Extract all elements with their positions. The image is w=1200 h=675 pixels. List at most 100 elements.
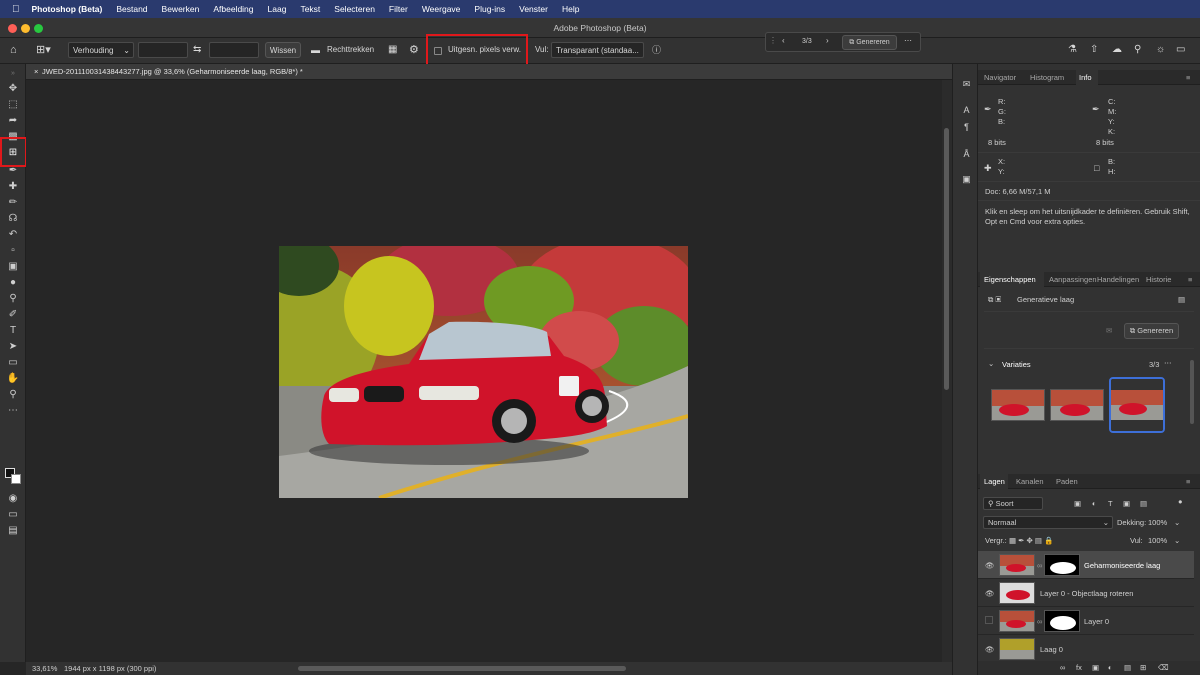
blur-tool-icon[interactable]: ● <box>5 276 21 290</box>
workspace-icon[interactable]: ▭ <box>1176 42 1185 58</box>
home-icon[interactable]: ⌂ <box>10 42 17 58</box>
info-icon[interactable]: ⓘ <box>652 42 661 58</box>
opacity-value[interactable]: 100% <box>1148 518 1167 527</box>
filter-shape-icon[interactable]: ▣ <box>1123 499 1130 508</box>
menu-weergave[interactable]: Weergave <box>422 4 461 14</box>
filter-toggle-icon[interactable]: ● <box>1178 497 1183 506</box>
tab-navigator[interactable]: Navigator <box>984 73 1016 82</box>
layer-row-laag0[interactable]: 👁 Laag 0 <box>978 635 1194 663</box>
variation-thumb-1[interactable] <box>991 389 1045 421</box>
properties-scrollbar[interactable] <box>1190 360 1194 424</box>
link-layers-icon[interactable]: ∞ <box>1060 663 1065 672</box>
straighten-icon[interactable]: ▬ <box>311 42 320 58</box>
menu-bestand[interactable]: Bestand <box>116 4 147 14</box>
marquee-tool-icon[interactable]: ⬚ <box>5 98 21 112</box>
menu-afbeelding[interactable]: Afbeelding <box>213 4 253 14</box>
menu-help[interactable]: Help <box>562 4 579 14</box>
path-select-tool-icon[interactable]: ➤ <box>5 340 21 354</box>
menu-bewerken[interactable]: Bewerken <box>162 4 200 14</box>
libraries-icon[interactable]: ▣ <box>960 173 973 185</box>
tab-info[interactable]: Info <box>1079 73 1092 82</box>
blend-mode-select[interactable]: Normaal ⌄ <box>983 516 1113 529</box>
rectangle-tool-icon[interactable]: ▭ <box>5 356 21 370</box>
prev-variation-icon[interactable]: ‹ <box>782 36 785 45</box>
eye-icon[interactable]: 👁 <box>985 589 995 598</box>
filter-pixel-icon[interactable]: ▣ <box>1074 499 1081 508</box>
menu-filter[interactable]: Filter <box>389 4 408 14</box>
layer-row-objectlaag[interactable]: 👁 Layer 0 - Objectlaag roteren <box>978 579 1194 607</box>
ratio-select[interactable]: Verhouding ⌄ <box>68 42 134 58</box>
flask-icon[interactable]: ⚗ <box>1068 42 1077 58</box>
more-tools-icon[interactable]: ⋯ <box>5 404 21 418</box>
delete-pixels-checkbox[interactable] <box>434 47 442 55</box>
gear-icon[interactable]: ⚙ <box>409 42 419 58</box>
panel-menu-icon[interactable]: ≡ <box>1188 275 1192 284</box>
panel-collapse-icon[interactable]: » <box>5 67 21 81</box>
screen-mode-icon[interactable]: ▭ <box>5 508 21 522</box>
menu-selecteren[interactable]: Selecteren <box>334 4 375 14</box>
eraser-tool-icon[interactable]: ▫ <box>5 244 21 258</box>
variation-thumb-3-selected[interactable] <box>1109 377 1165 433</box>
grid-overlay-icon[interactable]: ▦ <box>388 42 397 58</box>
chevron-down-icon[interactable]: ⌄ <box>988 359 994 368</box>
layer-filter-select[interactable]: ⚲ Soort <box>983 497 1043 510</box>
clone-stamp-tool-icon[interactable]: ☊ <box>5 212 21 226</box>
filter-smart-icon[interactable]: ▤ <box>1140 499 1147 508</box>
vul-select[interactable]: Transparant (standaa... <box>551 42 644 58</box>
spot-healing-tool-icon[interactable]: ✚ <box>5 180 21 194</box>
brush-tool-icon[interactable]: ✏ <box>5 196 21 210</box>
hand-tool-icon[interactable]: ✋ <box>5 372 21 386</box>
rechttrekken-button[interactable]: Rechttrekken <box>327 42 374 58</box>
menu-plugins[interactable]: Plug-ins <box>474 4 505 14</box>
properties-generate-button[interactable]: ⧉ Genereren <box>1124 323 1179 339</box>
filter-adjust-icon[interactable]: ◐ <box>1092 499 1097 508</box>
width-input[interactable] <box>138 42 188 58</box>
fx-icon[interactable]: fx <box>1076 663 1082 672</box>
visibility-toggle-off[interactable] <box>985 616 993 624</box>
move-tool-icon[interactable]: ✥ <box>5 82 21 96</box>
new-layer-icon[interactable]: ⊞ <box>1140 663 1146 672</box>
glyphs-icon[interactable]: Å <box>960 148 973 160</box>
eye-icon[interactable]: 👁 <box>985 561 995 570</box>
tab-paden[interactable]: Paden <box>1056 477 1078 486</box>
horizontal-scroll-thumb[interactable] <box>298 666 626 671</box>
variation-thumb-2[interactable] <box>1050 389 1104 421</box>
comments-icon[interactable]: ✉ <box>960 78 973 90</box>
tab-aanpassingen[interactable]: Aanpassingen <box>1049 275 1097 284</box>
more-icon[interactable]: ⋯ <box>1164 358 1172 367</box>
tab-lagen[interactable]: Lagen <box>984 477 1005 486</box>
dodge-tool-icon[interactable]: ⚲ <box>5 292 21 306</box>
panel-menu-icon[interactable]: ≡ <box>1186 477 1190 486</box>
document-tab[interactable]: × JWED-201110031438443277.jpg @ 33,6% (G… <box>26 64 952 80</box>
generate-button[interactable]: ⧉ Genereren <box>842 35 897 50</box>
tab-historie[interactable]: Historie <box>1146 275 1171 284</box>
lasso-tool-icon[interactable]: ➦ <box>5 114 21 128</box>
pen-tool-icon[interactable]: ✐ <box>5 308 21 322</box>
document-info[interactable]: 1944 px x 1198 px (300 ppi) <box>64 664 156 673</box>
vertical-scroll-thumb[interactable] <box>944 128 949 390</box>
group-icon[interactable]: ▤ <box>1124 663 1131 672</box>
cloud-icon[interactable]: ☁ <box>1112 42 1122 58</box>
link-icon[interactable]: ∞ <box>1037 617 1042 626</box>
document-tab-close-icon[interactable]: × <box>34 67 38 76</box>
eye-icon[interactable]: 👁 <box>985 645 995 654</box>
tab-eigenschappen[interactable]: Eigenschappen <box>984 275 1036 284</box>
quick-mask-icon[interactable]: ◉ <box>5 492 21 506</box>
artboard-icon[interactable]: ▤ <box>5 524 21 538</box>
tab-histogram[interactable]: Histogram <box>1030 73 1064 82</box>
menu-venster[interactable]: Venster <box>519 4 548 14</box>
history-brush-tool-icon[interactable]: ↶ <box>5 228 21 242</box>
filter-type-icon[interactable]: T <box>1108 499 1113 508</box>
layer-row-layer0[interactable]: ∞ Layer 0 <box>978 607 1194 635</box>
layer-type-menu-icon[interactable]: ▤ <box>1178 295 1185 304</box>
layer-row-geharmoniseerde[interactable]: 👁 ∞ Geharmoniseerde laag <box>978 551 1194 579</box>
adjustment-layer-icon[interactable]: ◐ <box>1108 663 1113 672</box>
add-mask-icon[interactable]: ▣ <box>1092 663 1099 672</box>
wissen-button[interactable]: Wissen <box>265 42 301 58</box>
drag-handle-icon[interactable]: ⋮ <box>769 36 777 45</box>
character-icon[interactable]: A <box>960 104 973 116</box>
zoom-level[interactable]: 33,61% <box>32 664 57 673</box>
height-input[interactable] <box>209 42 259 58</box>
lock-icons[interactable]: ▦ ✒ ✥ ▤ 🔒 <box>1009 536 1053 545</box>
document-image[interactable] <box>279 246 688 498</box>
